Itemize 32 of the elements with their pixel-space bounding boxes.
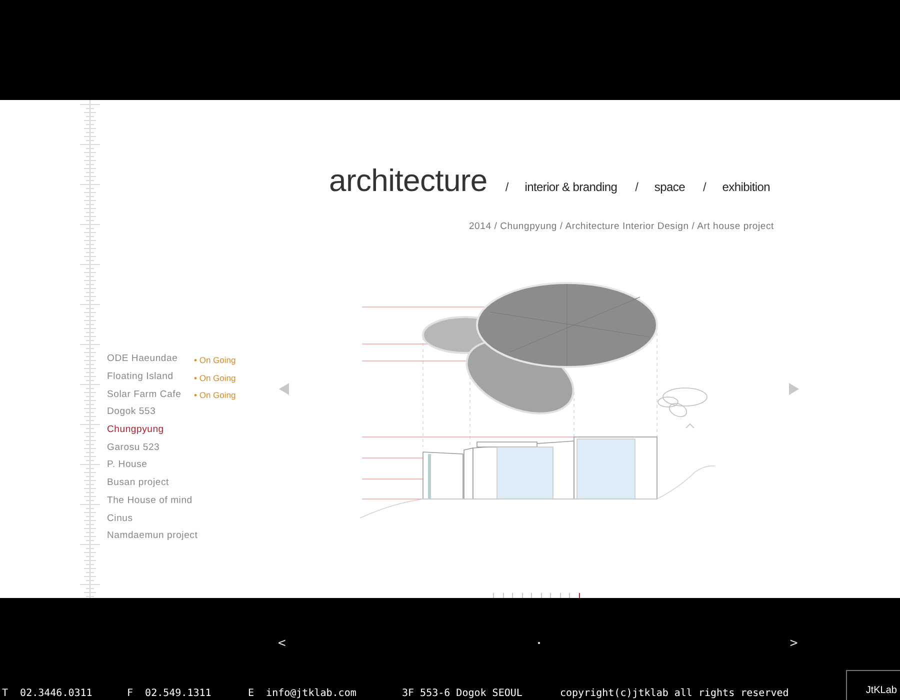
arrow-left-icon[interactable] (279, 383, 289, 395)
logo[interactable]: JtKLab (846, 670, 900, 700)
project-link[interactable]: The House of mind (107, 494, 194, 506)
separator: / (702, 180, 706, 194)
project-caption: 2014 / Chungpyung / Architecture Interior Design / Art house project (468, 221, 775, 232)
nav-link[interactable]: interior & branding (524, 180, 618, 194)
footer-contact: F 02.549.1311 (127, 688, 212, 700)
timeline-tick[interactable] (578, 593, 580, 598)
status-label: • On Going (194, 354, 236, 365)
project-link[interactable]: Busan project (107, 477, 194, 488)
arrow-right-icon[interactable] (789, 383, 799, 395)
separator: / (635, 180, 638, 194)
previous-button[interactable]: < (278, 636, 286, 650)
next-button[interactable]: > (790, 636, 798, 650)
status-label: • On Going (194, 372, 236, 383)
project-link[interactable]: Solar Farm Cafe (107, 388, 194, 400)
project-link[interactable]: ODE Haeundae (107, 353, 194, 364)
separator: / (505, 180, 509, 194)
project-link[interactable]: Floating Island (107, 371, 194, 382)
footer-contact: copyright(c)jtklab all rights reserved (560, 688, 790, 700)
project-link[interactable]: Chungpyung (107, 424, 194, 436)
section-title[interactable]: architecture (329, 163, 488, 199)
project-link[interactable]: P. House (107, 459, 194, 470)
footer-contact: E info@jtklab.com (248, 688, 358, 700)
nav-link[interactable]: space (654, 180, 685, 194)
footer-contact: 3F 553-6 Dogok SEOUL (402, 688, 524, 700)
project-link[interactable]: Garosu 523 (107, 442, 194, 453)
status-label: • On Going (194, 390, 236, 400)
footer-contact: T 02.3446.0311 (2, 688, 94, 700)
project-link[interactable]: Cinus (107, 512, 194, 524)
nav-link[interactable]: exhibition (722, 180, 770, 194)
project-link[interactable]: Dogok 553 (107, 406, 194, 418)
